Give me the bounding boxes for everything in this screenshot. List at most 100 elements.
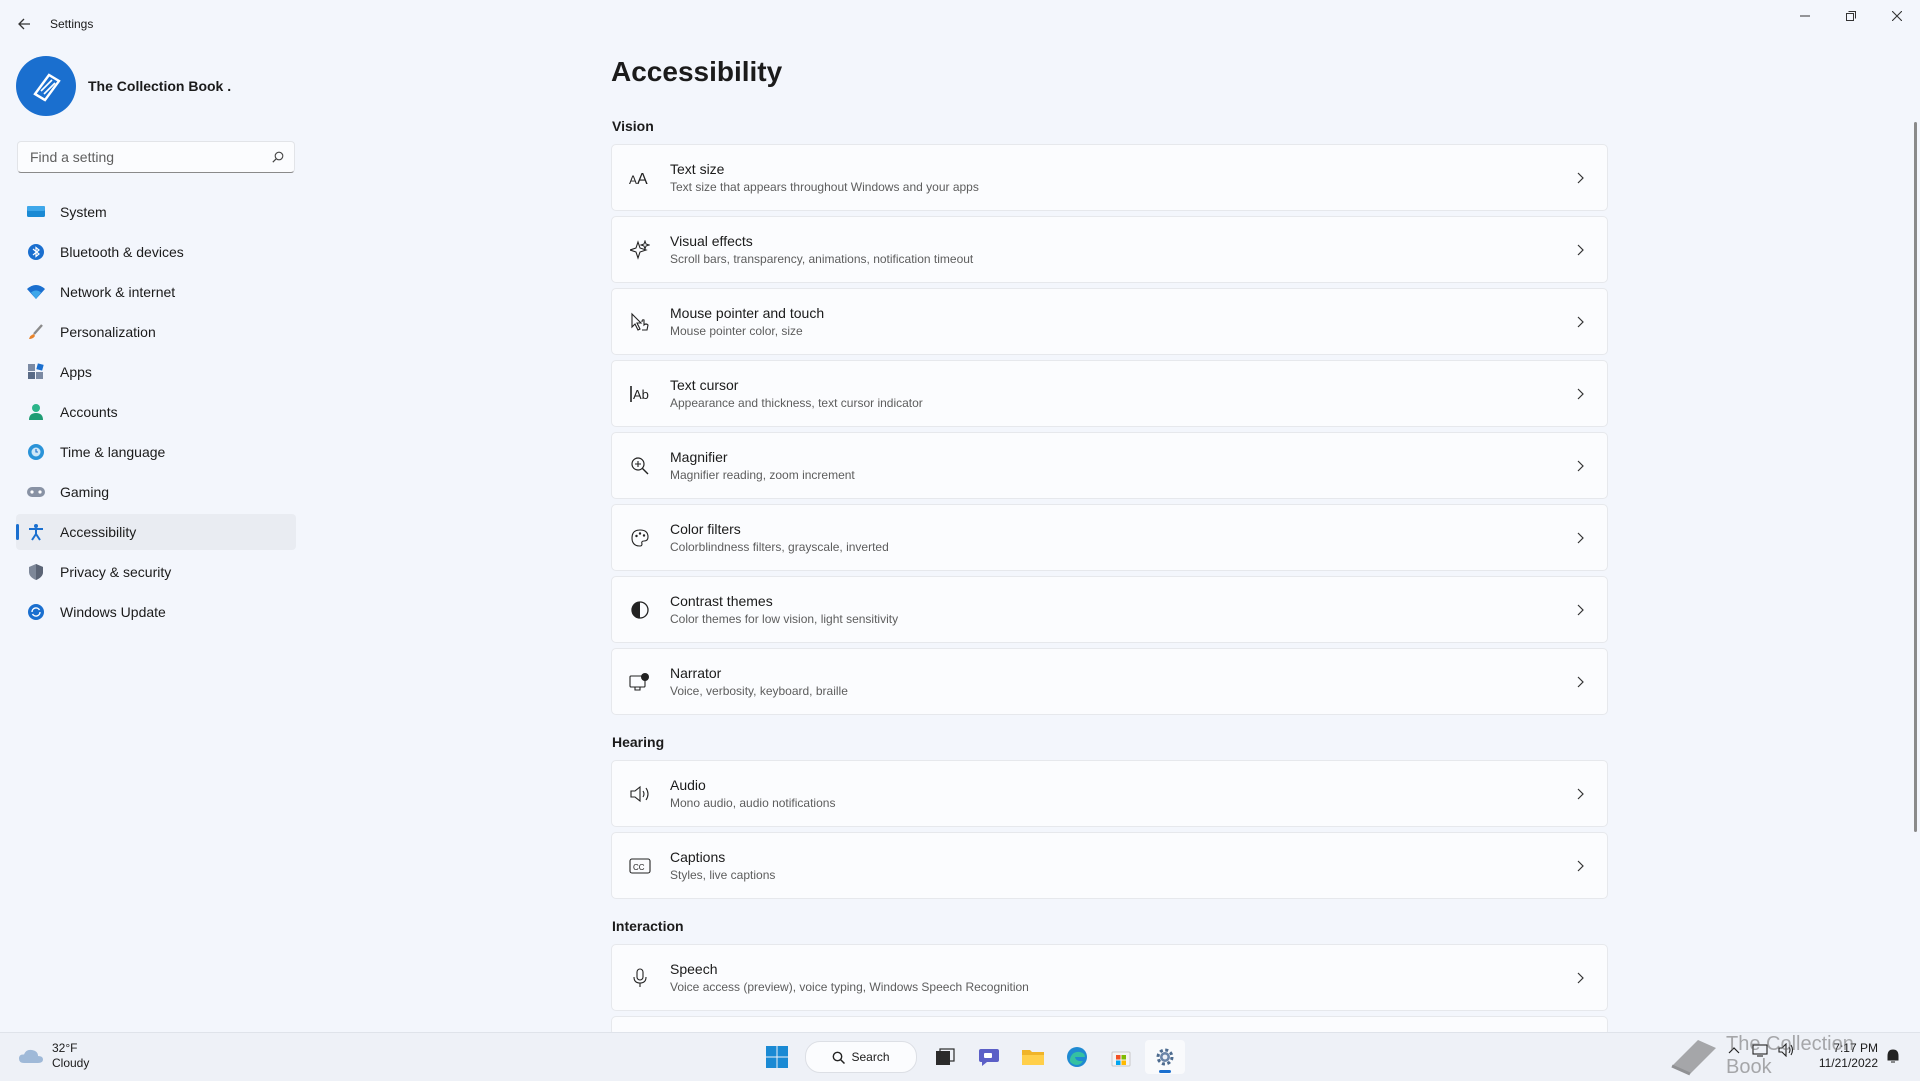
sidebar-item-accounts[interactable]: Accounts — [16, 394, 296, 430]
weather-widget[interactable]: 32°F Cloudy — [18, 1041, 89, 1071]
sidebar-item-label: Privacy & security — [60, 564, 172, 580]
microsoft-store-button[interactable] — [1101, 1040, 1141, 1074]
setting-mouse-pointer[interactable]: Mouse pointer and touch Mouse pointer co… — [611, 288, 1608, 355]
teams-chat-button[interactable] — [969, 1040, 1009, 1074]
sparkle-icon — [628, 238, 652, 262]
store-icon — [1111, 1051, 1131, 1067]
chevron-right-icon — [1573, 170, 1589, 186]
captions-icon: CC — [628, 854, 652, 878]
sidebar-item-label: System — [60, 204, 107, 220]
setting-text-size[interactable]: AA Text size Text size that appears thro… — [611, 144, 1608, 211]
setting-title: Magnifier — [670, 449, 728, 465]
close-button[interactable] — [1874, 0, 1920, 32]
taskbar-search[interactable]: Search — [805, 1041, 917, 1073]
watermark: The Collection Book — [1668, 1032, 1898, 1080]
contrast-icon — [628, 598, 652, 622]
sidebar-item-label: Gaming — [60, 484, 110, 500]
chevron-right-icon — [1573, 786, 1589, 802]
weather-temp: 32°F — [52, 1041, 78, 1055]
sidebar-item-gaming[interactable]: Gaming — [16, 474, 296, 510]
setting-text-cursor[interactable]: Ab Text cursor Appearance and thickness,… — [611, 360, 1608, 427]
minimize-button[interactable] — [1782, 0, 1828, 32]
sidebar-item-label: Bluetooth & devices — [60, 244, 184, 260]
bluetooth-icon — [25, 241, 47, 263]
section-title-vision: Vision — [612, 118, 654, 134]
book-watermark-icon — [1671, 1040, 1716, 1076]
setting-color-filters[interactable]: Color filters Colorblindness filters, gr… — [611, 504, 1608, 571]
setting-speech[interactable]: Speech Voice access (preview), voice typ… — [611, 944, 1608, 1011]
profile-name: The Collection Book . — [88, 78, 232, 94]
start-button[interactable] — [757, 1040, 797, 1074]
brush-icon — [25, 321, 47, 343]
accounts-icon — [25, 401, 47, 423]
microphone-icon — [628, 966, 652, 990]
setting-subtitle: Voice, verbosity, keyboard, braille — [670, 684, 848, 698]
chevron-right-icon — [1573, 602, 1589, 618]
section-title-hearing: Hearing — [612, 734, 665, 750]
edge-button[interactable] — [1057, 1040, 1097, 1074]
app-title: Settings — [50, 17, 94, 31]
title-bar: Settings — [0, 0, 1920, 48]
page-title: Accessibility — [611, 56, 783, 87]
svg-text:A: A — [637, 171, 648, 186]
sidebar-item-apps[interactable]: Apps — [16, 354, 296, 390]
edge-browser-icon — [1067, 1047, 1087, 1067]
chevron-right-icon — [1573, 530, 1589, 546]
taskbar-apps: Search — [755, 1040, 1187, 1074]
setting-subtitle: Color themes for low vision, light sensi… — [670, 612, 899, 626]
scrollbar[interactable] — [1914, 122, 1917, 832]
folder-icon — [1022, 1050, 1044, 1065]
apps-icon — [25, 361, 47, 383]
update-icon — [25, 601, 47, 623]
svg-text:CC: CC — [633, 863, 645, 872]
sidebar-item-personalization[interactable]: Personalization — [16, 314, 296, 350]
pointer-touch-icon — [628, 310, 652, 334]
setting-captions[interactable]: CC Captions Styles, live captions — [611, 832, 1608, 899]
restore-button[interactable] — [1828, 0, 1874, 32]
chat-icon — [979, 1049, 999, 1066]
back-button[interactable] — [10, 10, 38, 38]
system-icon — [25, 201, 47, 223]
text-size-icon: AA — [628, 166, 652, 190]
chevron-right-icon — [1573, 458, 1589, 474]
setting-subtitle: Voice access (preview), voice typing, Wi… — [670, 980, 1029, 994]
setting-title: Visual effects — [670, 233, 753, 249]
text-cursor-icon: Ab — [628, 382, 652, 406]
settings-app-button[interactable] — [1145, 1040, 1185, 1074]
sidebar-item-system[interactable]: System — [16, 194, 296, 230]
setting-subtitle: Text size that appears throughout Window… — [670, 180, 979, 194]
sidebar-item-privacy[interactable]: Privacy & security — [16, 554, 296, 590]
setting-narrator[interactable]: Narrator Voice, verbosity, keyboard, bra… — [611, 648, 1608, 715]
sidebar-item-time-language[interactable]: Time & language — [16, 434, 296, 470]
sidebar-item-windows-update[interactable]: Windows Update — [16, 594, 296, 630]
windows-logo-icon — [766, 1046, 788, 1068]
setting-title: Audio — [670, 777, 706, 793]
setting-audio[interactable]: Audio Mono audio, audio notifications — [611, 760, 1608, 827]
setting-title: Text cursor — [670, 377, 739, 393]
sidebar-item-network[interactable]: Network & internet — [16, 274, 296, 310]
sidebar-item-bluetooth[interactable]: Bluetooth & devices — [16, 234, 296, 270]
setting-magnifier[interactable]: Magnifier Magnifier reading, zoom increm… — [611, 432, 1608, 499]
sidebar-item-label: Time & language — [60, 444, 166, 460]
chevron-right-icon — [1573, 242, 1589, 258]
sidebar-item-label: Network & internet — [60, 284, 176, 300]
gear-icon — [1156, 1048, 1174, 1066]
magnifier-icon — [628, 454, 652, 478]
settings-search[interactable] — [17, 141, 295, 173]
search-icon — [833, 1051, 846, 1064]
sidebar-item-accessibility[interactable]: Accessibility — [16, 514, 296, 550]
setting-subtitle: Magnifier reading, zoom increment — [670, 468, 855, 482]
setting-visual-effects[interactable]: Visual effects Scroll bars, transparency… — [611, 216, 1608, 283]
chevron-right-icon — [1573, 386, 1589, 402]
task-view-button[interactable] — [925, 1040, 965, 1074]
setting-subtitle: Mono audio, audio notifications — [670, 796, 836, 810]
search-input[interactable] — [28, 148, 272, 166]
file-explorer-button[interactable] — [1013, 1040, 1053, 1074]
book-logo-icon — [33, 73, 61, 102]
user-profile[interactable]: The Collection Book . — [16, 56, 231, 116]
search-icon — [272, 151, 284, 163]
sidebar-item-label: Apps — [60, 364, 92, 380]
setting-contrast-themes[interactable]: Contrast themes Color themes for low vis… — [611, 576, 1608, 643]
setting-subtitle: Styles, live captions — [670, 868, 776, 882]
sidebar-item-label: Windows Update — [60, 604, 166, 620]
